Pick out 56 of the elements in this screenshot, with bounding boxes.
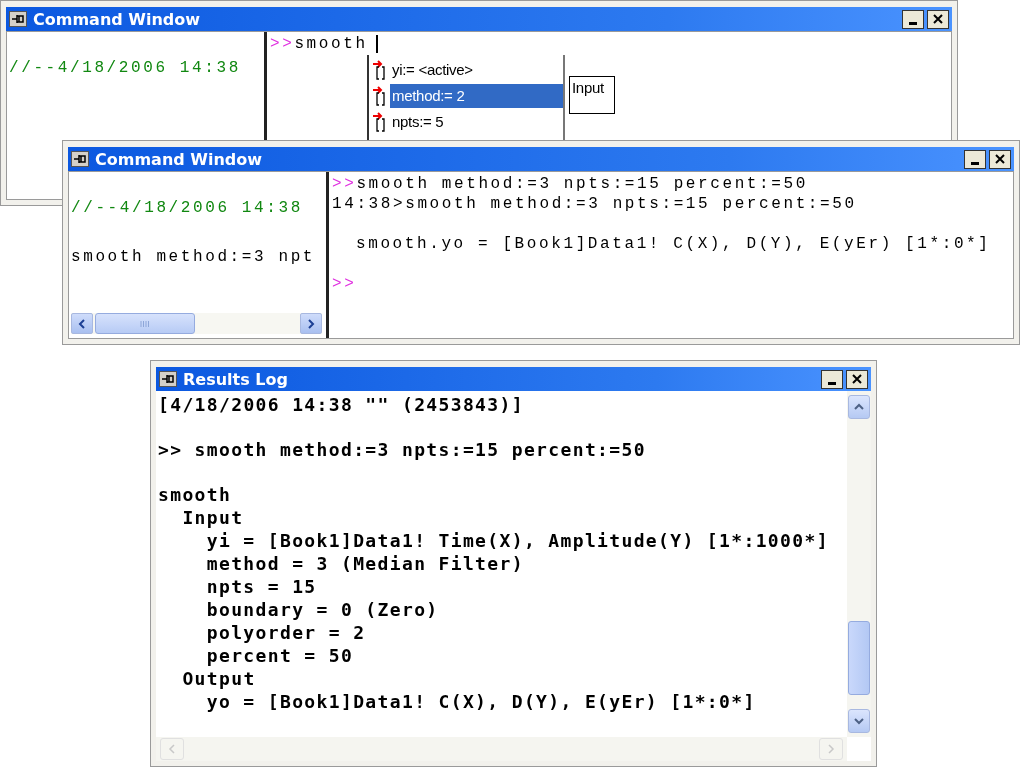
window-title: Command Window bbox=[33, 9, 201, 29]
log-line: [4/18/2006 14:38 "" (2453843)] bbox=[158, 393, 525, 416]
log-line: npts = 15 bbox=[206, 575, 318, 598]
console-line: smooth bbox=[294, 34, 368, 54]
pin-icon[interactable] bbox=[9, 11, 27, 27]
parameter-icon bbox=[373, 111, 387, 133]
log-line: yo = [Book1]Data1! C(X), D(Y), E(yEr) [1*:0*] bbox=[206, 690, 757, 713]
log-line: boundary = 0 (Zero) bbox=[206, 598, 440, 621]
close-icon bbox=[930, 12, 946, 26]
pin-icon[interactable] bbox=[159, 371, 177, 387]
window-title: Command Window bbox=[95, 149, 263, 169]
console-line: smooth method:=3 npts:=15 percent:=50 bbox=[356, 174, 808, 194]
log-line: smooth bbox=[158, 483, 233, 506]
scroll-right-button[interactable] bbox=[300, 313, 322, 334]
minimize-icon bbox=[909, 21, 917, 25]
log-line: method = 3 (Median Filter) bbox=[206, 552, 525, 575]
console-line: smooth.yo = [Book1]Data1! C(X), D(Y), E(yEr) [1*:0*] bbox=[356, 234, 991, 254]
window-title: Results Log bbox=[183, 369, 288, 389]
parameter-icon bbox=[373, 85, 387, 107]
minimize-button[interactable] bbox=[964, 149, 986, 169]
prompt-symbol: >> bbox=[332, 274, 357, 294]
close-icon bbox=[849, 372, 865, 386]
close-button[interactable] bbox=[989, 149, 1011, 169]
scroll-thumb[interactable] bbox=[95, 313, 195, 334]
console-line: 14:38>smooth method:=3 npts:=15 percent:=50 bbox=[332, 194, 857, 214]
autocomplete-item[interactable]: method:= 2 bbox=[390, 84, 563, 108]
log-line: yi = [Book1]Data1! Time(X), Amplitude(Y) [1*:1000*] bbox=[206, 529, 830, 552]
scroll-up-button[interactable] bbox=[848, 395, 870, 419]
log-line: Output bbox=[182, 667, 257, 690]
history-line: //--4/18/2006 14:38 bbox=[71, 198, 303, 218]
autocomplete-item[interactable]: npts:= 5 bbox=[390, 110, 563, 134]
scroll-down-button[interactable] bbox=[848, 709, 870, 733]
minimize-icon bbox=[828, 381, 836, 385]
pin-icon[interactable] bbox=[71, 151, 89, 167]
prompt-symbol: >> bbox=[332, 174, 357, 194]
minimize-button[interactable] bbox=[821, 369, 843, 389]
close-icon bbox=[992, 152, 1008, 166]
history-line: smooth method:=3 npt bbox=[71, 247, 316, 267]
minimize-icon bbox=[971, 161, 979, 165]
close-button[interactable] bbox=[846, 369, 868, 389]
log-line: Input bbox=[182, 506, 245, 529]
prompt-symbol: >> bbox=[270, 34, 295, 54]
vertical-scrollbar[interactable] bbox=[847, 391, 871, 737]
grip-icon bbox=[140, 319, 150, 328]
scroll-left-button[interactable] bbox=[71, 313, 93, 334]
log-line: polyorder = 2 bbox=[206, 621, 367, 644]
log-line: percent = 50 bbox=[206, 644, 355, 667]
scroll-thumb[interactable] bbox=[848, 621, 870, 695]
autocomplete-item[interactable]: yi:= <active> bbox=[390, 58, 563, 82]
history-line: //--4/18/2006 14:38 bbox=[9, 58, 241, 78]
tooltip: Input bbox=[569, 76, 615, 114]
horizontal-scrollbar[interactable] bbox=[71, 313, 322, 334]
close-button[interactable] bbox=[927, 9, 949, 29]
minimize-button[interactable] bbox=[902, 9, 924, 29]
log-line: >> smooth method:=3 npts:=15 percent:=50 bbox=[158, 438, 647, 461]
parameter-icon bbox=[373, 59, 387, 81]
